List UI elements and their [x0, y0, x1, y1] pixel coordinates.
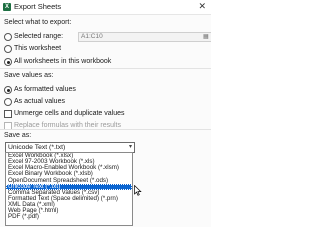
title-bar: X Export Sheets ✕: [0, 0, 211, 15]
radio-button-selected[interactable]: [4, 86, 12, 94]
what-to-export-heading: Select what to export:: [4, 19, 72, 26]
selected-range-label: Selected range:: [14, 33, 64, 40]
range-picker-icon[interactable]: ▦: [203, 34, 209, 40]
range-input-value: A1:C10: [81, 33, 103, 40]
all-worksheets-label: All worksheets in this workbook: [14, 58, 112, 65]
formatted-values-label: As formatted values: [14, 86, 76, 93]
radio-button[interactable]: [4, 33, 12, 41]
chevron-down-icon[interactable]: ▾: [129, 143, 132, 152]
radio-button[interactable]: [4, 98, 12, 106]
mouse-cursor-icon: [134, 185, 142, 196]
radio-button[interactable]: [4, 45, 12, 53]
save-as-heading: Save as:: [4, 132, 32, 139]
dialog-title: Export Sheets: [14, 2, 62, 11]
divider: [0, 68, 211, 69]
actual-values-label: As actual values: [14, 98, 65, 105]
save-values-heading: Save values as:: [4, 72, 54, 79]
save-as-dropdown-list[interactable]: Excel Workbook (*.xlsx) Excel 97-2003 Wor…: [5, 152, 133, 226]
close-icon[interactable]: ✕: [198, 1, 206, 12]
export-sheets-dialog: X Export Sheets ✕ Select what to export:…: [0, 0, 211, 227]
this-worksheet-label: This worksheet: [14, 45, 62, 52]
save-as-selected-value: Unicode Text (*.txt): [8, 144, 66, 151]
range-input[interactable]: A1:C10 ▦: [78, 32, 211, 42]
excel-app-icon: X: [3, 3, 11, 11]
divider: [0, 129, 211, 130]
checkbox[interactable]: [4, 110, 12, 118]
save-as-option[interactable]: PDF (*.pdf): [6, 214, 132, 220]
unmerge-cells-label: Unmerge cells and duplicate values: [14, 110, 125, 117]
radio-button-selected[interactable]: [4, 58, 12, 66]
